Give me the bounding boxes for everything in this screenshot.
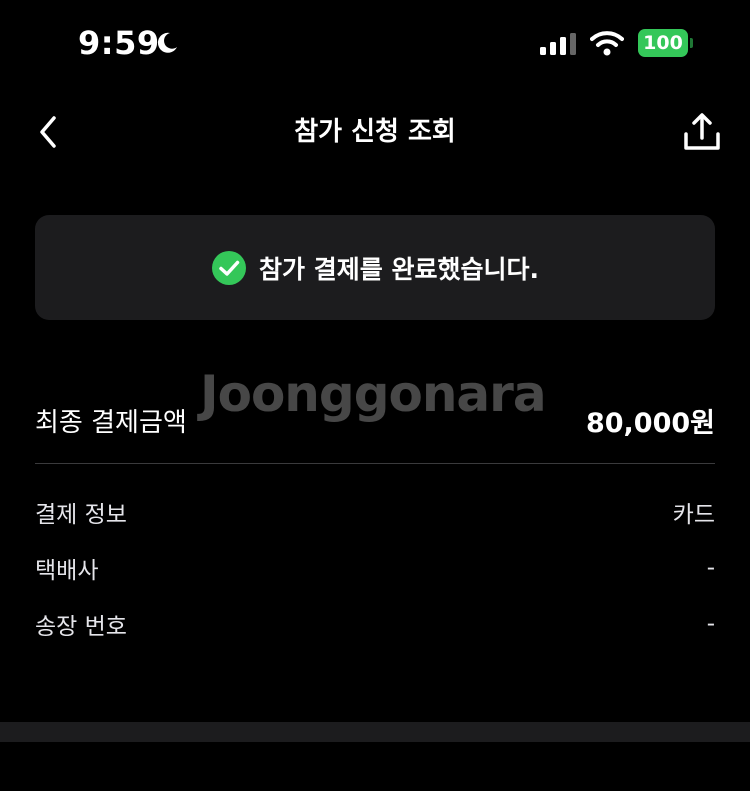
- payment-complete-banner: 참가 결제를 완료했습니다.: [35, 215, 715, 320]
- total-amount-value: 80,000원: [585, 407, 715, 439]
- status-time: 9:59: [78, 24, 160, 62]
- total-amount-row: 최종 결제금액 80,000원: [35, 390, 715, 450]
- chevron-left-icon: [40, 116, 56, 148]
- page-title: 참가 신청 조회: [294, 117, 456, 147]
- info-label: 택배사: [35, 558, 99, 584]
- share-icon: [684, 113, 720, 150]
- info-label: 송장 번호: [35, 614, 127, 640]
- info-row-tracking-number: 송장 번호 -: [35, 604, 715, 644]
- check-circle-icon: [212, 250, 247, 285]
- battery-level: 100: [643, 32, 683, 54]
- info-label: 결제 정보: [35, 502, 127, 528]
- share-button[interactable]: [680, 110, 724, 154]
- total-amount-label: 최종 결제금액: [35, 407, 187, 438]
- divider: [35, 463, 715, 464]
- info-value: -: [706, 555, 715, 581]
- back-button[interactable]: [30, 112, 70, 152]
- wifi-icon: [590, 30, 624, 60]
- moon-icon: [155, 31, 179, 59]
- cellular-signal-icon: [540, 33, 580, 59]
- info-value: -: [706, 611, 715, 637]
- info-row-courier: 택배사 -: [35, 548, 715, 588]
- battery-icon: 100: [638, 29, 688, 57]
- battery-cap: [690, 38, 693, 48]
- navigation-bar: 참가 신청 조회: [0, 100, 750, 164]
- bottom-section-divider: [0, 722, 750, 742]
- info-row-payment-method: 결제 정보 카드: [35, 492, 715, 532]
- banner-message: 참가 결제를 완료했습니다.: [259, 254, 539, 284]
- status-bar: 9:59 100: [0, 0, 750, 90]
- info-value: 카드: [672, 502, 715, 528]
